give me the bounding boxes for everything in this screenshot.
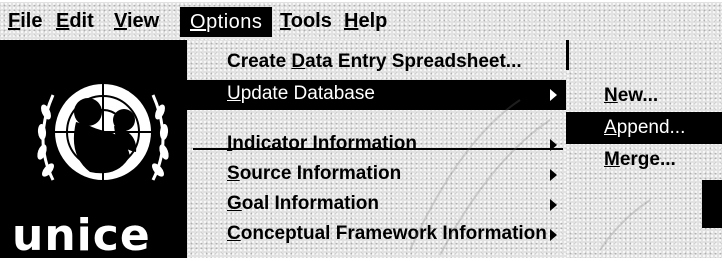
menu-item-create-data-entry-spreadsheet[interactable]: Create Data Entry Spreadsheet... — [187, 48, 569, 78]
menu-item-label: pdate Database — [240, 83, 375, 104]
menu-item-indicator-information[interactable]: Indicator Information — [187, 130, 569, 160]
menu-options[interactable]: Options — [180, 7, 273, 37]
menu-item-accel: C — [227, 223, 241, 244]
menu-item-accel: U — [227, 83, 241, 104]
menu-edge — [566, 40, 569, 70]
options-dropdown: Create Data Entry Spreadsheet... Update … — [184, 40, 569, 258]
background-area — [566, 190, 722, 258]
submenu-arrow-icon — [550, 89, 557, 101]
submenu-arrow-icon — [550, 169, 557, 181]
menu-item-label: onceptual Framework Information — [240, 223, 547, 244]
menu-item-accel: N — [604, 85, 618, 106]
menu-bar: File Edit View Options Tools Help — [0, 2, 722, 40]
menu-item-label: ew... — [617, 85, 659, 106]
submenu-item-new[interactable]: New... — [566, 80, 722, 112]
update-database-submenu: New... Append... Merge... — [566, 70, 722, 190]
menu-item-label: ource Information — [239, 163, 402, 184]
menu-item-accel: G — [227, 193, 242, 214]
menu-file[interactable]: File — [4, 8, 46, 34]
menu-item-label: erge... — [619, 149, 676, 170]
submenu-item-append[interactable]: Append... — [566, 112, 722, 144]
app-window: File Edit View Options Tools Help unice … — [0, 0, 722, 261]
menu-tools[interactable]: Tools — [276, 8, 336, 34]
menu-help[interactable]: Help — [340, 8, 391, 34]
menu-item-label: ata Entry Spreadsheet... — [305, 51, 522, 72]
menu-item-conceptual-framework-information[interactable]: Conceptual Framework Information — [187, 220, 569, 250]
submenu-arrow-icon — [550, 139, 557, 151]
menu-item-source-information[interactable]: Source Information — [187, 160, 569, 190]
menu-item-label: ppend... — [616, 117, 686, 138]
menu-item-label: oal Information — [241, 193, 380, 214]
main-area: unice — [0, 40, 184, 261]
submenu-arrow-icon — [550, 199, 557, 211]
menu-item-accel: A — [604, 117, 617, 138]
menu-item-accel: M — [604, 149, 620, 170]
menu-item-label: Create — [227, 51, 292, 72]
menu-view[interactable]: View — [110, 8, 163, 34]
submenu-item-merge[interactable]: Merge... — [566, 144, 722, 176]
menu-item-accel: D — [291, 51, 306, 72]
menu-item-update-database[interactable]: Update Database — [187, 80, 569, 110]
background-area — [566, 40, 722, 70]
menu-edit[interactable]: Edit — [52, 8, 98, 34]
background-window-edge — [702, 180, 722, 228]
unicef-logo-text: unice — [12, 210, 151, 261]
un-emblem-icon — [37, 84, 169, 181]
menu-item-goal-information[interactable]: Goal Information — [187, 190, 569, 220]
menu-item-label: ndicator Information — [232, 133, 418, 154]
menu-item-accel: S — [227, 163, 240, 184]
submenu-arrow-icon — [550, 229, 557, 241]
